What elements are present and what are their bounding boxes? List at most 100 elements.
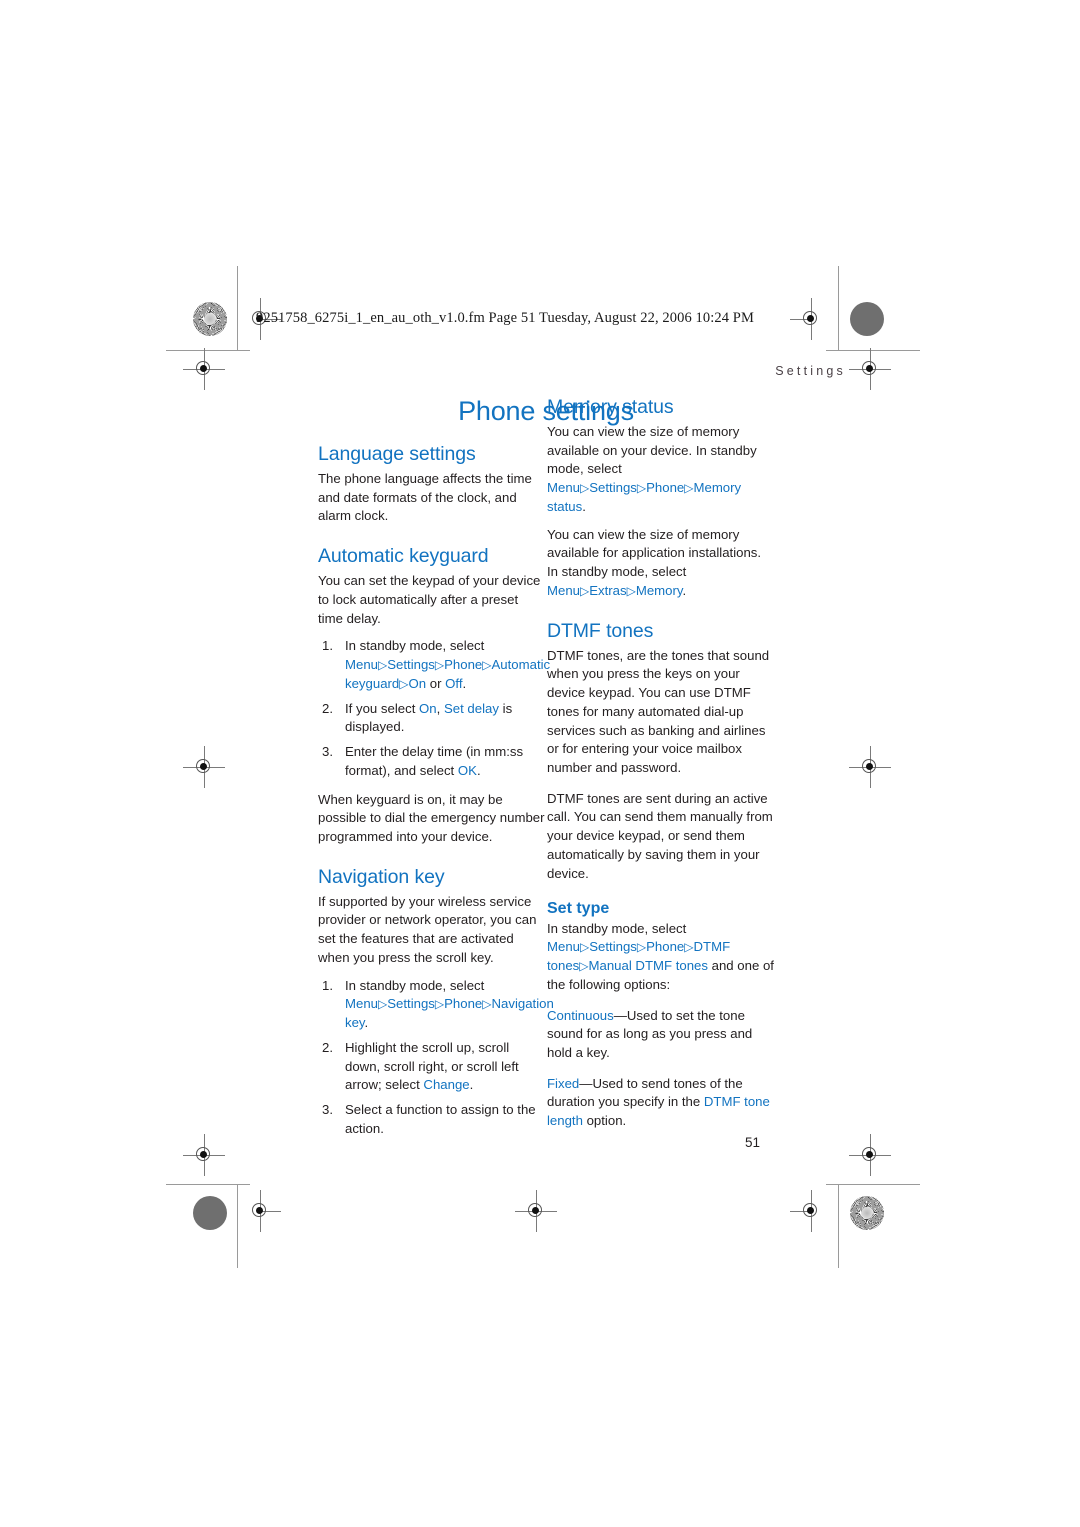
option-term: Fixed: [547, 1075, 580, 1091]
menu-arrow-icon: ▷: [378, 658, 388, 673]
trim-line-horizontal-topleft: [166, 350, 250, 351]
section-heading-memory-status: Memory status: [547, 396, 674, 418]
grey-density-mark-topright: [850, 302, 884, 336]
running-head: Settings: [775, 364, 846, 378]
menu-arrow-icon: ▷: [684, 481, 694, 496]
step-text-pre: In standby mode, select: [345, 977, 485, 993]
menu-item: On: [419, 700, 437, 716]
menu-item: Menu: [345, 657, 378, 673]
list-item: If you select On, Set delay is displayed…: [318, 700, 545, 737]
step-text-post: .: [476, 762, 481, 778]
step-text-post: .: [469, 1077, 474, 1093]
trim-line-vertical-left: [237, 266, 238, 350]
trim-line-horizontal-bottomleft: [166, 1184, 250, 1185]
paragraph-text-pre: In standby mode, select: [547, 920, 687, 936]
menu-arrow-icon: ▷: [580, 583, 590, 598]
step-text-post: .: [462, 675, 467, 691]
list-item: Highlight the scroll up, scroll down, sc…: [318, 1039, 545, 1095]
paragraph-text-post: .: [582, 498, 586, 514]
trim-line-vertical-bottomright: [838, 1184, 839, 1268]
menu-item: Menu: [547, 939, 580, 955]
registration-mark-lower-left: [183, 1134, 225, 1176]
menu-arrow-icon: ▷: [434, 658, 445, 673]
menu-item: Off: [445, 675, 463, 691]
step-text-pre: Select a function to assign to the actio…: [345, 1102, 536, 1136]
menu-item: Set delay: [443, 700, 499, 716]
step-text-pre: In standby mode, select: [345, 638, 485, 654]
step-text-mid: or: [426, 675, 446, 691]
list-item: Enter the delay time (in mm:ss format), …: [318, 743, 545, 780]
print-filename-stamp: 9251758_6275i_1_en_au_oth_v1.0.fm Page 5…: [256, 310, 754, 326]
step-list-automatic-keyguard: In standby mode, select Menu▷Settings▷Ph…: [318, 637, 550, 780]
menu-item: Settings: [589, 480, 637, 496]
menu-item: Change: [423, 1077, 470, 1093]
section-heading-navigation-key: Navigation key: [318, 865, 445, 888]
step-text-pre: If you select: [345, 700, 420, 716]
registration-mark-upper-left: [183, 348, 225, 390]
paragraph-dtmf-tones-1: DTMF tones, are the tones that sound whe…: [547, 647, 770, 776]
menu-item: Menu: [345, 996, 378, 1012]
menu-arrow-icon: ▷: [580, 940, 590, 955]
menu-arrow-icon: ▷: [580, 481, 590, 496]
menu-item: OK: [457, 762, 477, 778]
trim-line-vertical-bottomleft: [237, 1184, 238, 1268]
paragraph-memory-status-device: You can view the size of memory availabl…: [547, 423, 774, 517]
menu-item: Manual DTMF tones: [588, 958, 708, 974]
menu-item: On: [408, 675, 427, 691]
paragraph-navigation-key-intro: If supported by your wireless service pr…: [318, 893, 537, 965]
menu-item: Settings: [387, 996, 435, 1012]
paragraph-text-post: .: [682, 582, 687, 598]
list-item: In standby mode, select Menu▷Settings▷Ph…: [318, 977, 554, 1033]
menu-item: Settings: [589, 939, 637, 955]
section-heading-dtmf-tones: DTMF tones: [547, 619, 654, 642]
menu-arrow-icon: ▷: [636, 940, 647, 955]
starburst-density-mark-topleft: [193, 302, 227, 336]
paragraph-text-pre: You can view the size of memory availabl…: [547, 424, 757, 477]
menu-item: Settings: [387, 657, 435, 673]
menu-arrow-icon: ▷: [399, 676, 409, 691]
menu-item: Phone: [646, 480, 685, 496]
grey-density-mark-bottomleft: [193, 1196, 227, 1230]
paragraph-language-settings: The phone language affects the time and …: [318, 471, 532, 524]
registration-mark-upper-right: [849, 348, 891, 390]
paragraph-automatic-keyguard-intro: You can set the keypad of your device to…: [318, 573, 541, 626]
menu-item: Phone: [444, 657, 483, 673]
menu-item: Phone: [646, 939, 685, 955]
option-dash: —: [579, 1075, 593, 1091]
registration-mark-bottom-center: [515, 1190, 557, 1232]
registration-mark-top-right: [790, 298, 826, 340]
right-column: Memory status You can view the size of m…: [547, 396, 774, 1143]
step-text-pre: Enter the delay time (in mm:ss format), …: [345, 744, 524, 778]
option-text-post: option.: [582, 1113, 627, 1129]
registration-mark-middle-right: [849, 746, 891, 788]
trim-line-horizontal-bottomright: [826, 1184, 920, 1185]
menu-arrow-icon: ▷: [482, 997, 492, 1012]
menu-item: Menu: [547, 582, 580, 598]
option-dash: —: [613, 1007, 627, 1023]
menu-arrow-icon: ▷: [378, 997, 388, 1012]
menu-item: Memory: [635, 582, 683, 598]
menu-item: Menu: [547, 480, 580, 496]
section-heading-language-settings: Language settings: [318, 443, 476, 465]
menu-arrow-icon: ▷: [579, 959, 589, 974]
registration-mark-lower-right: [849, 1134, 891, 1176]
paragraph-set-type-lead: In standby mode, select Menu▷Settings▷Ph…: [547, 920, 774, 995]
menu-arrow-icon: ▷: [434, 997, 445, 1012]
starburst-density-mark-bottomright: [850, 1196, 884, 1230]
paragraph-option-continuous: Continuous—Used to set the tone sound fo…: [547, 1007, 774, 1063]
menu-arrow-icon: ▷: [636, 481, 647, 496]
trim-line-horizontal-topright: [826, 350, 920, 351]
registration-mark-bottom-right: [790, 1190, 826, 1232]
page-number: 51: [745, 1135, 761, 1150]
list-item: In standby mode, select Menu▷Settings▷Ph…: [318, 637, 550, 693]
paragraph-keyguard-outro: When keyguard is on, it may be possible …: [318, 791, 545, 845]
menu-arrow-icon: ▷: [482, 658, 492, 673]
menu-item: Phone: [444, 996, 483, 1012]
step-text-post: .: [364, 1015, 369, 1031]
page-content: Phone settings Language settings The pho…: [318, 396, 774, 1136]
left-column: Language settings The phone language aff…: [318, 443, 554, 1149]
menu-item: Extras: [589, 582, 627, 598]
subsection-heading-set-type: Set type: [547, 900, 610, 918]
paragraph-text-pre: You can view the size of memory availabl…: [547, 526, 762, 580]
registration-mark-middle-left: [183, 746, 225, 788]
